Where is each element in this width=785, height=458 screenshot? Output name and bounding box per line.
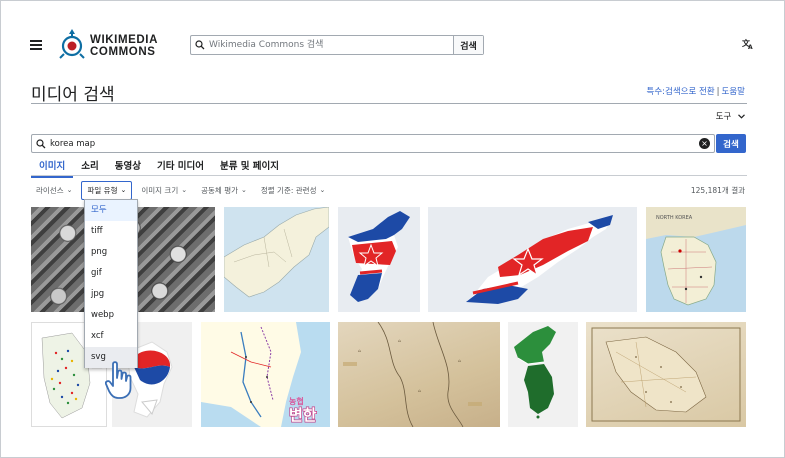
tabs-divider xyxy=(31,175,747,176)
flag-korea-map-image xyxy=(348,211,410,302)
filter-image-size[interactable]: 이미지 크기 ⌄ xyxy=(136,182,192,199)
result-thumbnail[interactable] xyxy=(508,322,578,427)
filter-label: 라이선스 xyxy=(36,185,64,195)
filter-label: 공동체 평가 xyxy=(201,185,238,195)
filter-file-type[interactable]: 파일 유형 ⌄ xyxy=(81,180,133,200)
search-icon xyxy=(191,36,209,54)
file-type-dropdown[interactable]: 모두 tiff png gif jpg webp xcf svg xyxy=(84,199,138,368)
tools-label: 도구 xyxy=(715,112,732,122)
old-korea-map-image: ⌂ ⌂ ⌂ ⌂ xyxy=(343,322,482,427)
result-thumbnail[interactable]: ⌂ ⌂ ⌂ ⌂ xyxy=(338,322,500,427)
svg-text:⌂: ⌂ xyxy=(458,358,461,363)
menu-icon[interactable] xyxy=(30,40,42,50)
result-thumbnail[interactable] xyxy=(224,207,329,312)
title-links: 특수:검색으로 전환 | 도움말 xyxy=(647,85,745,97)
north-korea-map-image xyxy=(224,207,329,298)
site-search-input[interactable] xyxy=(209,36,453,54)
filter-label: 파일 유형 xyxy=(87,185,118,195)
file-type-option-all[interactable]: 모두 xyxy=(85,200,137,221)
tools-menu[interactable]: 도구 xyxy=(716,110,745,122)
site-wordmark[interactable]: WIKIMEDIA COMMONS xyxy=(90,34,158,58)
filter-label: 이미지 크기 xyxy=(141,185,179,195)
svg-text:⌂: ⌂ xyxy=(418,388,421,393)
chevron-down-icon: ⌄ xyxy=(66,186,73,194)
svg-text:NORTH KOREA: NORTH KOREA xyxy=(656,215,693,221)
page-title: 미디어 검색 xyxy=(31,85,115,105)
svg-text:⌂: ⌂ xyxy=(358,348,361,353)
result-thumbnail[interactable] xyxy=(338,207,420,312)
wordmark-line2: COMMONS xyxy=(90,46,156,58)
filter-bar: 라이선스 ⌄ 파일 유형 ⌄ 이미지 크기 ⌄ 공동체 평가 ⌄ 정렬 기준: 관련성 ⌄ xyxy=(31,180,334,200)
search-icon xyxy=(32,138,50,149)
media-search-query[interactable]: korea map xyxy=(50,139,699,149)
title-divider xyxy=(31,103,747,104)
badge-main-text: 변한 xyxy=(289,406,317,424)
chevron-down-icon: ⌄ xyxy=(241,186,247,194)
file-type-option-webp[interactable]: webp xyxy=(85,305,137,326)
file-type-option-png[interactable]: png xyxy=(85,242,137,263)
result-thumbnail[interactable] xyxy=(586,322,746,427)
wikimedia-commons-logo-icon[interactable] xyxy=(57,27,87,61)
wordmark-line1: WIKIMEDIA xyxy=(90,34,159,46)
site-search-button[interactable]: 검색 xyxy=(453,36,483,54)
clear-icon[interactable]: × xyxy=(699,138,710,149)
result-thumbnail[interactable] xyxy=(428,207,637,312)
svg-text:A: A xyxy=(748,44,753,50)
green-korea-map-image xyxy=(514,326,556,419)
svg-text:⌂: ⌂ xyxy=(398,338,401,343)
media-search-box[interactable]: korea map × xyxy=(31,134,715,153)
file-type-option-tiff[interactable]: tiff xyxy=(85,221,137,242)
filter-label: 정렬 기준: 관련성 xyxy=(260,185,317,195)
flag-korea-map-image xyxy=(466,215,613,304)
translate-icon[interactable]: 文A xyxy=(742,38,754,53)
filter-license[interactable]: 라이선스 ⌄ xyxy=(31,182,77,199)
filter-sort[interactable]: 정렬 기준: 관련성 ⌄ xyxy=(256,182,330,199)
file-type-option-jpg[interactable]: jpg xyxy=(85,284,137,305)
site-search-bar: 검색 xyxy=(190,35,484,55)
special-search-link[interactable]: 특수:검색으로 전환 xyxy=(647,87,715,97)
hand-pointer-cursor-icon xyxy=(105,361,132,399)
result-thumbnail[interactable]: NORTH KOREA xyxy=(646,207,746,312)
file-type-option-xcf[interactable]: xcf xyxy=(85,326,137,347)
chevron-down-icon: ⌄ xyxy=(181,186,188,194)
link-separator: | xyxy=(716,87,720,97)
file-type-option-gif[interactable]: gif xyxy=(85,263,137,284)
antique-korea-map-image xyxy=(591,327,741,422)
chevron-down-icon: ⌄ xyxy=(319,186,326,194)
historic-route-map-image: 농협 변한 xyxy=(201,322,330,427)
filter-community-rating[interactable]: 공동체 평가 ⌄ xyxy=(196,182,252,199)
chevron-down-icon xyxy=(738,112,745,122)
help-link[interactable]: 도움말 xyxy=(722,87,745,97)
result-thumbnail[interactable]: 농협 변한 xyxy=(201,322,330,427)
south-korea-map-image: NORTH KOREA xyxy=(646,207,746,306)
result-count: 125,181개 결과 xyxy=(690,186,745,195)
badge-top-text: 농협 xyxy=(289,396,304,406)
chevron-down-icon: ⌄ xyxy=(120,186,127,194)
media-search-button[interactable]: 검색 xyxy=(716,134,746,153)
